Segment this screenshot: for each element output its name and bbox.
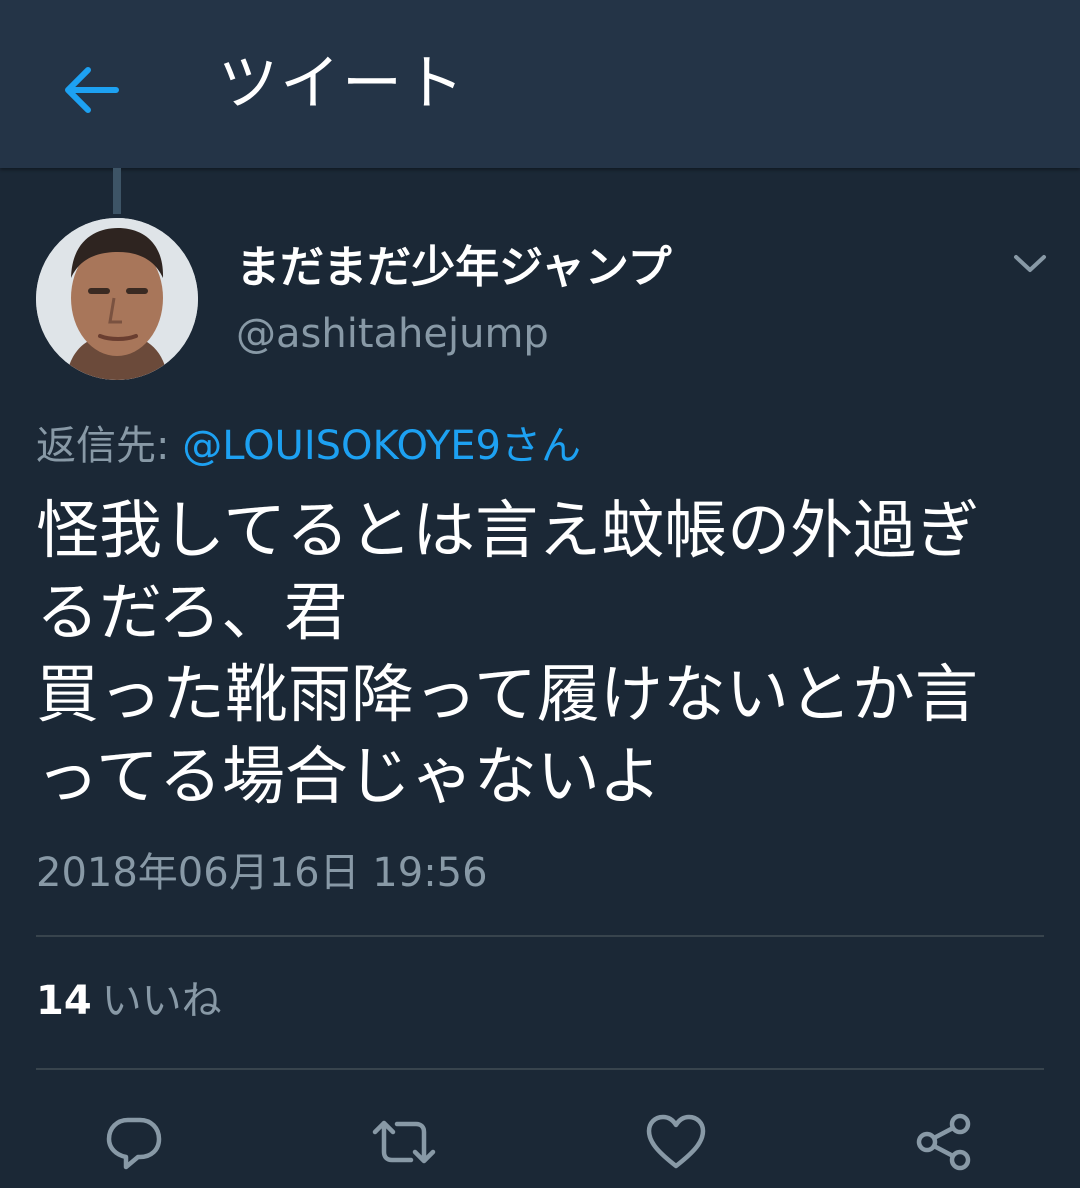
tweet-text-line: 買った靴雨降って履けないとか言 — [36, 658, 978, 731]
avatar[interactable] — [36, 218, 198, 380]
page-title: ツイート — [218, 49, 466, 119]
chevron-down-icon — [1014, 255, 1046, 272]
heart-icon — [646, 1114, 706, 1169]
reply-to-link[interactable]: @LOUISOKOYE9さん — [182, 423, 581, 469]
reply-button[interactable] — [98, 1106, 170, 1178]
retweet-button[interactable] — [368, 1106, 440, 1178]
likes-label: いいね — [101, 978, 222, 1024]
tweet-timestamp: 2018年06月16日 19:56 — [36, 850, 488, 896]
tweet-text-line: るだろ、君 — [36, 576, 348, 649]
tweet-action-bar — [0, 1100, 1080, 1184]
avatar-photo — [36, 218, 198, 380]
divider — [36, 1068, 1044, 1070]
tweet-menu-button[interactable] — [1004, 238, 1056, 290]
tweet-text: 怪我してるとは言え蚊帳の外過ぎ るだろ、君 買った靴雨降って履けないとか言 って… — [36, 490, 1046, 818]
back-button[interactable] — [52, 52, 128, 128]
share-button[interactable] — [908, 1106, 980, 1178]
arrow-left-icon — [65, 67, 119, 113]
reply-to-label: 返信先: — [36, 423, 183, 469]
share-icon — [916, 1113, 971, 1171]
reply-icon — [106, 1117, 162, 1170]
display-name[interactable]: まだまだ少年ジャンプ — [236, 240, 672, 296]
top-app-bar: ツイート — [0, 0, 1080, 168]
divider — [36, 935, 1044, 937]
likes-summary[interactable]: 14 いいね — [36, 974, 222, 1028]
tweet-text-line: 怪我してるとは言え蚊帳の外過ぎ — [36, 494, 980, 567]
thread-connector-line — [113, 168, 121, 214]
likes-count: 14 — [36, 978, 92, 1024]
reply-context: 返信先: @LOUISOKOYE9さん — [36, 418, 581, 474]
tweet-text-line: ってる場合じゃないよ — [36, 740, 662, 813]
like-button[interactable] — [640, 1106, 712, 1178]
retweet-icon — [372, 1120, 436, 1164]
user-handle[interactable]: @ashitahejump — [236, 308, 549, 360]
